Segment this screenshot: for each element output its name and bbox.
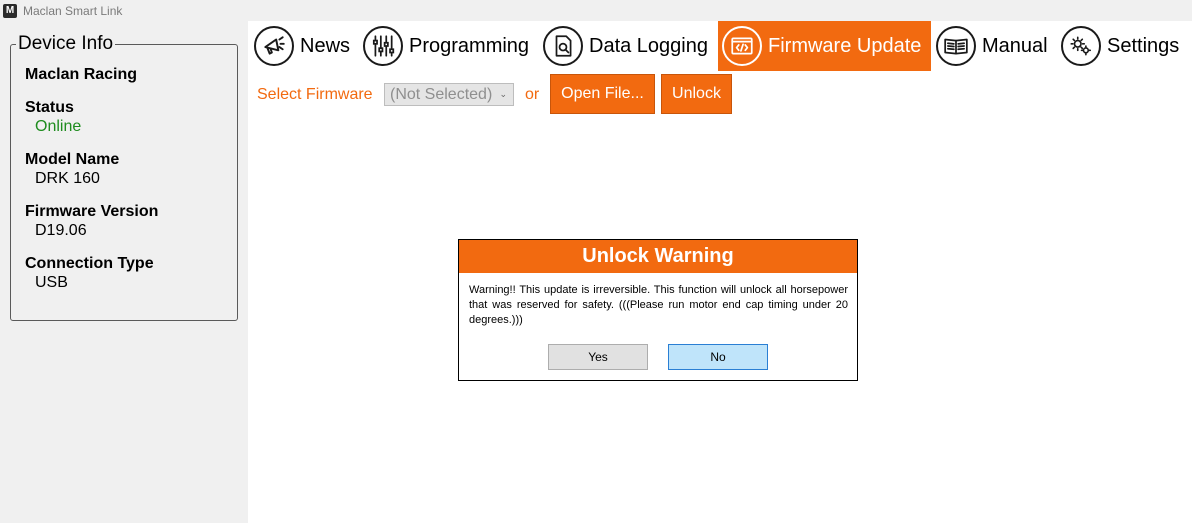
window-title: Maclan Smart Link: [23, 3, 123, 18]
nav-programming-label: Programming: [409, 34, 530, 57]
nav-programming[interactable]: Programming: [363, 21, 529, 71]
nav-news-label: News: [300, 34, 351, 57]
status-label: Status: [25, 99, 74, 116]
select-firmware-label: Select Firmware: [257, 86, 373, 103]
nav-manual-label: Manual: [982, 34, 1048, 57]
firmware-version-value: D19.06: [35, 222, 87, 239]
unlock-button[interactable]: Unlock: [661, 74, 732, 114]
maclan-logo-icon: M: [3, 3, 17, 18]
dialog-title: Unlock Warning: [459, 240, 857, 273]
document-search-icon: [543, 26, 583, 66]
title-bar: M Maclan Smart Link: [0, 0, 1192, 21]
nav-firmware-update[interactable]: Firmware Update: [718, 21, 931, 71]
nav-data-logging[interactable]: Data Logging: [543, 21, 708, 71]
code-window-icon: [722, 26, 762, 66]
nav-firmware-update-label: Firmware Update: [768, 34, 922, 57]
nav-data-logging-label: Data Logging: [589, 34, 708, 57]
status-value: Online: [35, 118, 82, 135]
or-label: or: [525, 86, 540, 103]
connection-type-label: Connection Type: [25, 255, 154, 272]
dialog-message: Warning!! This update is irreversible. T…: [469, 284, 848, 326]
megaphone-icon: [254, 26, 294, 66]
nav-settings[interactable]: Settings: [1061, 21, 1179, 71]
unlock-warning-dialog: Unlock Warning Warning!! This update is …: [458, 239, 858, 381]
book-icon: [936, 26, 976, 66]
yes-button[interactable]: Yes: [548, 344, 648, 370]
nav-settings-label: Settings: [1107, 34, 1180, 57]
no-button[interactable]: No: [668, 344, 768, 370]
firmware-select[interactable]: (Not Selected) ⌄: [384, 83, 514, 106]
connection-type-value: USB: [35, 274, 68, 291]
nav-manual[interactable]: Manual: [936, 21, 1048, 71]
firmware-select-value: (Not Selected): [390, 85, 493, 103]
gears-icon: [1061, 26, 1101, 66]
open-file-button[interactable]: Open File...: [550, 74, 655, 114]
model-name-value: DRK 160: [35, 170, 100, 187]
model-name-label: Model Name: [25, 151, 120, 168]
nav-news[interactable]: News: [254, 21, 350, 71]
device-brand: Maclan Racing: [25, 66, 138, 83]
sliders-icon: [363, 26, 403, 66]
device-info-title: Device Info: [16, 33, 116, 55]
chevron-down-icon: ⌄: [499, 89, 507, 99]
firmware-version-label: Firmware Version: [25, 203, 159, 220]
